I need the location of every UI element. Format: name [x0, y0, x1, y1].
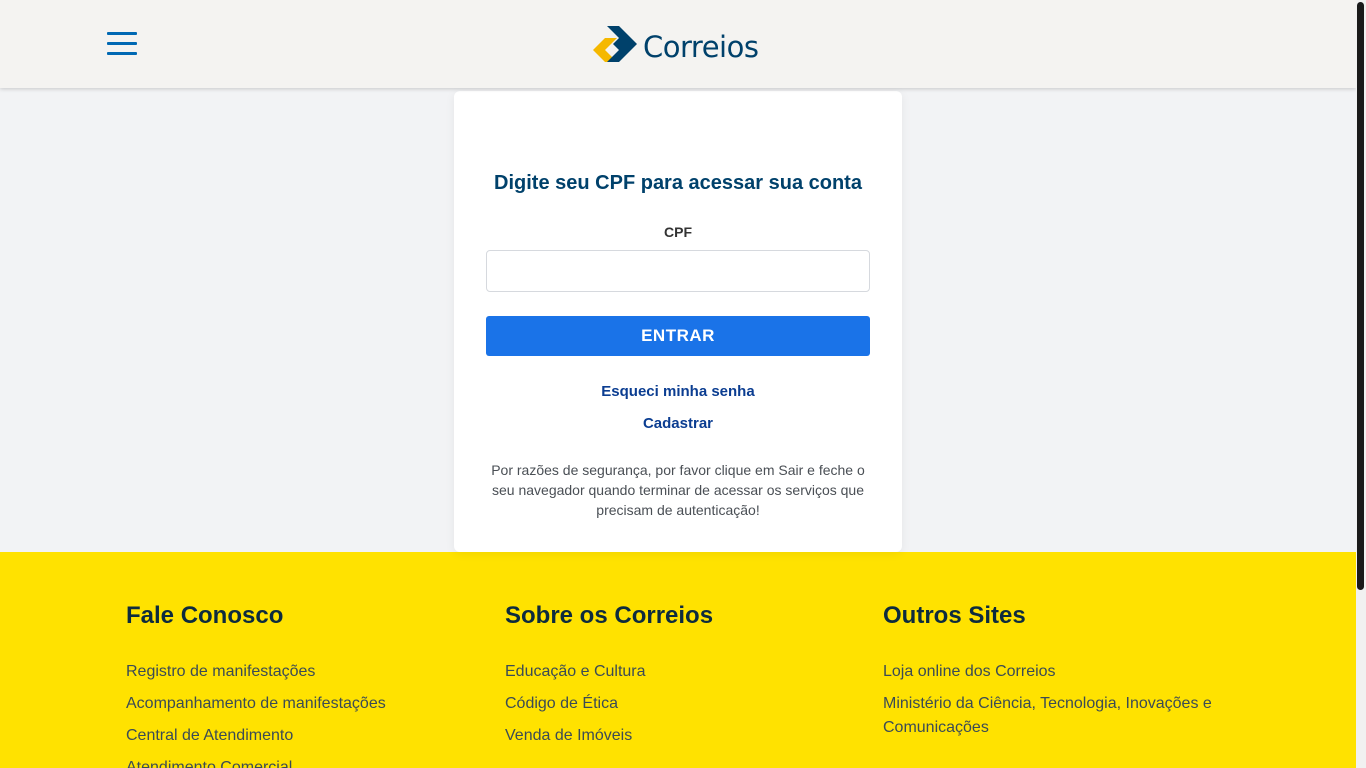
footer-link-educacao[interactable]: Educação e Cultura — [505, 660, 845, 684]
cpf-label: CPF — [664, 224, 692, 240]
correios-logo-icon — [593, 26, 637, 62]
footer-link-registro[interactable]: Registro de manifestações — [126, 660, 466, 684]
footer-link-imoveis[interactable]: Venda de Imóveis — [505, 724, 845, 748]
cpf-input[interactable] — [486, 250, 870, 292]
footer-link-etica[interactable]: Código de Ética — [505, 692, 845, 716]
login-card: Digite seu CPF para acessar sua conta CP… — [454, 91, 902, 552]
correios-logo[interactable]: Correios — [591, 24, 759, 64]
login-title: Digite seu CPF para acessar sua conta — [494, 172, 862, 194]
footer-column-title: Outros Sites — [883, 602, 1026, 629]
footer-column-about: Sobre os Correios Educação e Cultura Cód… — [505, 600, 845, 756]
footer-link-ministerio[interactable]: Ministério da Ciência, Tecnologia, Inova… — [883, 692, 1233, 740]
footer-column-other-sites: Outros Sites Loja online dos Correios Mi… — [883, 600, 1233, 748]
site-header: Correios — [0, 0, 1356, 88]
footer-link-comercial[interactable]: Atendimento Comercial — [126, 756, 466, 768]
hamburger-menu-icon[interactable] — [104, 30, 140, 58]
footer-column-contact: Fale Conosco Registro de manifestações A… — [126, 600, 466, 768]
footer-link-loja[interactable]: Loja online dos Correios — [883, 660, 1233, 684]
forgot-password-link[interactable]: Esqueci minha senha — [454, 383, 902, 400]
login-button[interactable]: ENTRAR — [486, 316, 870, 356]
register-link[interactable]: Cadastrar — [454, 415, 902, 432]
site-footer: Fale Conosco Registro de manifestações A… — [0, 552, 1356, 768]
scrollbar-thumb[interactable] — [1357, 2, 1364, 590]
logo-wordmark: Correios — [643, 30, 759, 64]
security-notice: Por razões de segurança, por favor cliqu… — [491, 462, 865, 518]
footer-column-title: Sobre os Correios — [505, 602, 714, 629]
footer-column-title: Fale Conosco — [126, 602, 284, 629]
footer-link-acompanhamento[interactable]: Acompanhamento de manifestações — [126, 692, 466, 716]
page-scrollbar[interactable] — [1356, 0, 1366, 768]
footer-link-central[interactable]: Central de Atendimento — [126, 724, 466, 748]
